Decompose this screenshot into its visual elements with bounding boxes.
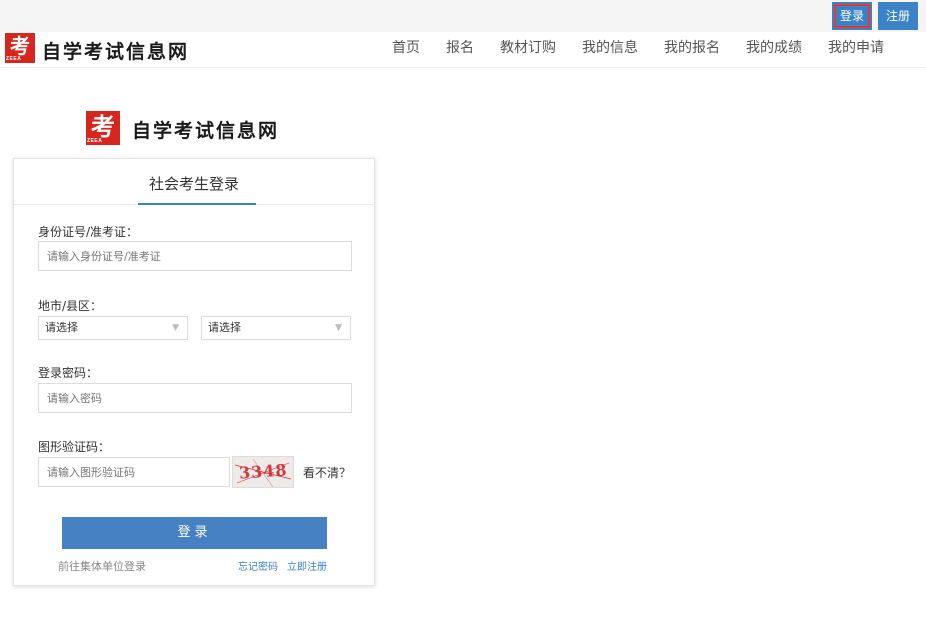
main-nav: 首页 报名 教材订购 我的信息 我的报名 我的成绩 我的申请	[392, 32, 910, 68]
city-select-value: 请选择	[45, 321, 78, 334]
brand-logo-sub-text: ZEEA	[87, 138, 103, 144]
login-card-header: 社会考生登录	[14, 159, 374, 205]
top-utility-bar: 登录 注册	[0, 0, 926, 32]
nav-item-home[interactable]: 首页	[392, 32, 420, 68]
chevron-down-icon: ▼	[172, 323, 179, 333]
nav-item-my-applications[interactable]: 我的申请	[828, 32, 884, 68]
top-login-button[interactable]: 登录	[832, 2, 872, 30]
captcha-image[interactable]: 3348	[232, 456, 294, 488]
captcha-input[interactable]	[38, 457, 230, 487]
nav-item-my-scores[interactable]: 我的成绩	[746, 32, 802, 68]
header-site-name[interactable]: 自学考试信息网	[42, 37, 189, 64]
region-label: 地市/县区：	[38, 299, 103, 313]
header-logo-icon[interactable]: 考 ZEEA	[5, 33, 35, 63]
nav-item-my-registration[interactable]: 我的报名	[664, 32, 720, 68]
logo-sub-text: ZEEA	[6, 56, 22, 62]
brand-logo-glyph: 考	[91, 112, 115, 141]
login-submit-button[interactable]: 登录	[62, 517, 327, 549]
password-input[interactable]	[38, 383, 352, 413]
nav-item-textbook-order[interactable]: 教材订购	[500, 32, 556, 68]
id-number-input[interactable]	[38, 241, 352, 271]
login-tab-title[interactable]: 社会考生登录	[14, 173, 374, 194]
brand-logo-icon: 考 ZEEA	[86, 111, 120, 145]
login-card: 社会考生登录 身份证号/准考证： 地市/县区： 请选择 ▼ 请选择 ▼ 登录密码…	[13, 158, 375, 586]
group-login-link[interactable]: 前往集体单位登录	[58, 558, 146, 574]
forgot-password-link[interactable]: 忘记密码	[238, 558, 278, 573]
captcha-label: 图形验证码：	[38, 440, 111, 454]
id-label: 身份证号/准考证：	[38, 225, 139, 239]
logo-glyph: 考	[10, 34, 30, 58]
brand-site-name: 自学考试信息网	[132, 120, 280, 142]
top-register-button[interactable]: 注册	[878, 2, 918, 30]
captcha-refresh-link[interactable]: 看不清？	[303, 464, 351, 481]
site-header: 考 ZEEA 自学考试信息网 首页 报名 教材订购 我的信息 我的报名 我的成绩…	[0, 32, 926, 68]
nav-item-register[interactable]: 报名	[446, 32, 474, 68]
captcha-text: 3348	[238, 460, 289, 483]
active-tab-underline	[138, 203, 256, 205]
city-select[interactable]: 请选择 ▼	[38, 316, 188, 340]
register-now-link[interactable]: 立即注册	[287, 558, 327, 573]
password-label: 登录密码：	[38, 366, 99, 380]
district-select-value: 请选择	[208, 321, 241, 334]
nav-item-my-info[interactable]: 我的信息	[582, 32, 638, 68]
chevron-down-icon: ▼	[335, 323, 342, 333]
district-select[interactable]: 请选择 ▼	[201, 316, 351, 340]
